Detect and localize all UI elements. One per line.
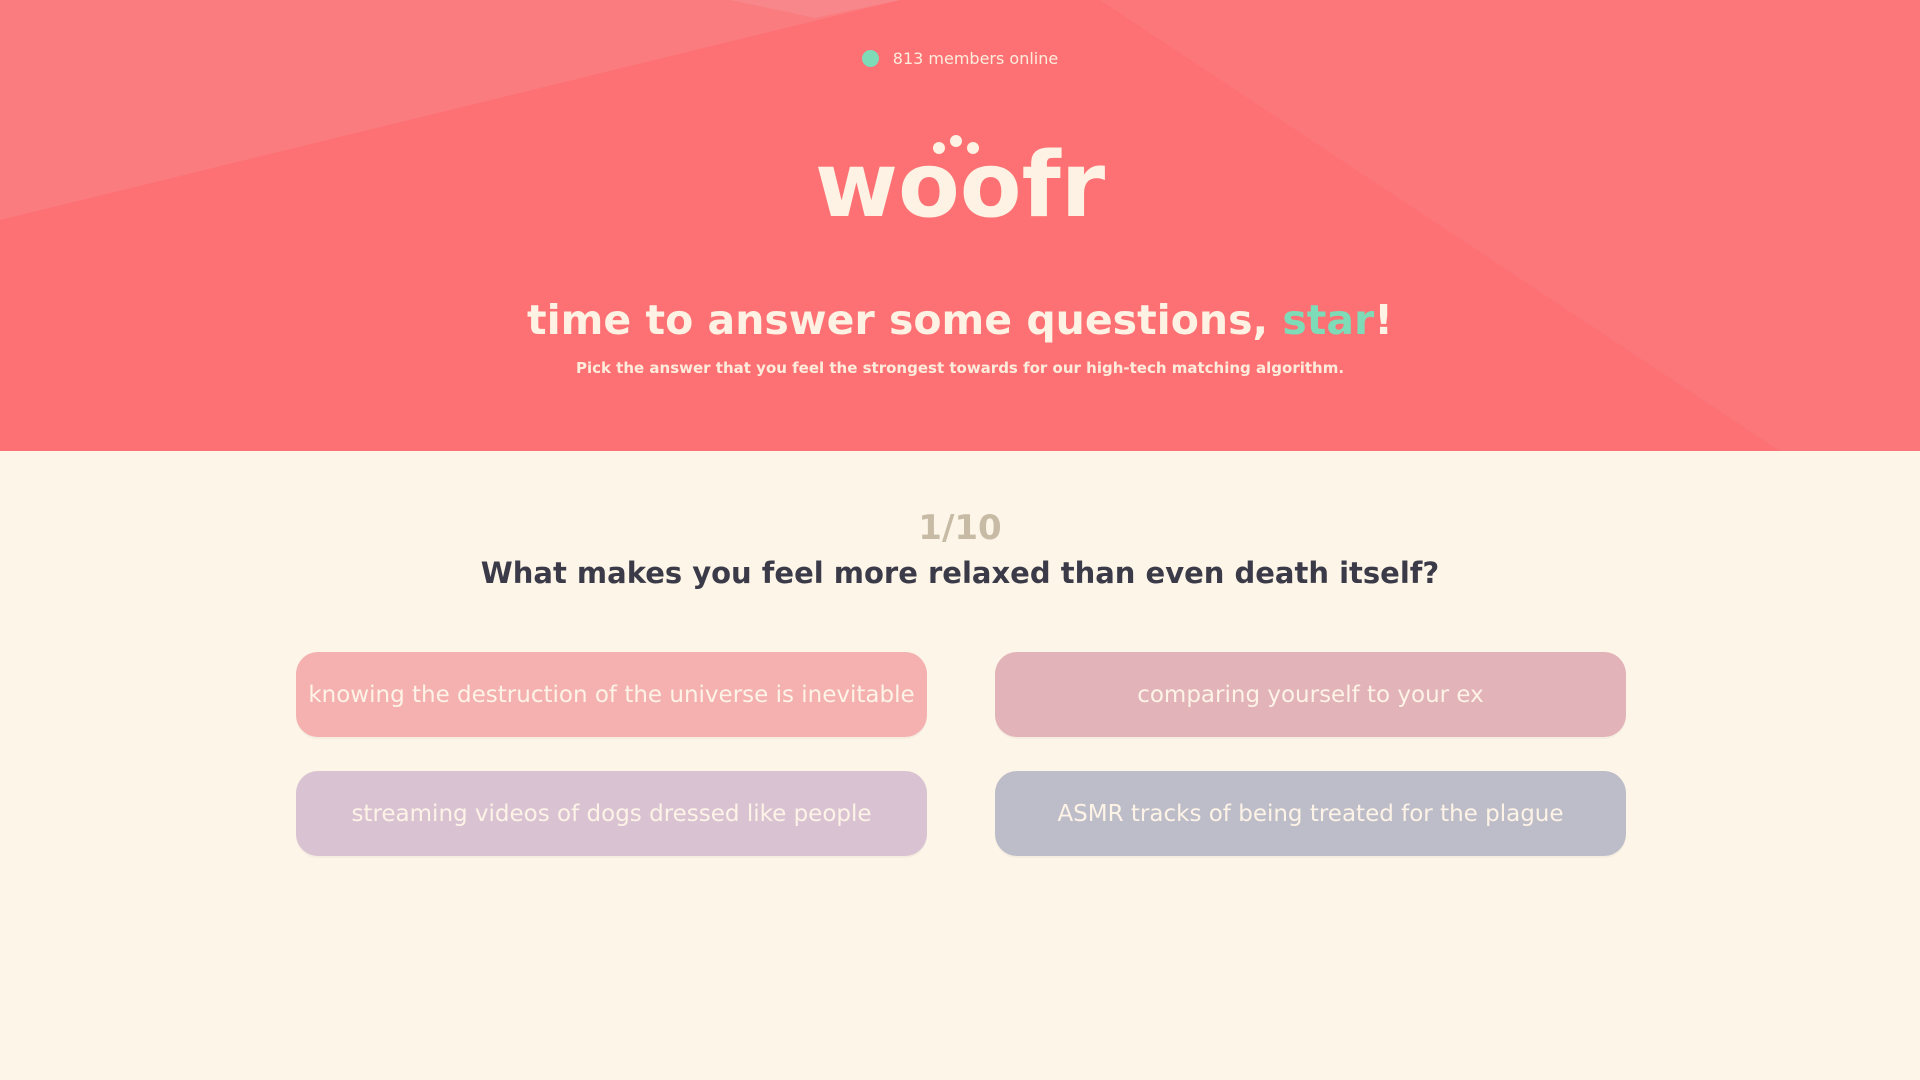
woofr-logo-mark: woofr <box>815 133 1106 230</box>
answer-options: knowing the destruction of the universe … <box>296 652 1626 856</box>
hero-heading: time to answer some questions, star! <box>0 296 1920 344</box>
answer-button[interactable]: ASMR tracks of being treated for the pla… <box>995 771 1626 856</box>
members-online-status: 813 members online <box>0 49 1920 68</box>
hero-heading-exclamation: ! <box>1374 296 1393 344</box>
question-text: What makes you feel more relaxed than ev… <box>480 556 1440 590</box>
answer-button[interactable]: streaming videos of dogs dressed like pe… <box>296 771 927 856</box>
hero-heading-text: time to answer some questions, <box>527 296 1283 344</box>
hero-subtitle: Pick the answer that you feel the strong… <box>575 359 1345 377</box>
answer-button[interactable]: comparing yourself to your ex <box>995 652 1626 737</box>
paw-dot-icon <box>950 135 962 147</box>
members-online-text: 813 members online <box>892 49 1059 68</box>
answer-button[interactable]: knowing the destruction of the universe … <box>296 652 927 737</box>
quiz-page: 813 members online woofr time to answer … <box>0 0 1920 1080</box>
hero-banner: 813 members online woofr time to answer … <box>0 0 1920 451</box>
paw-dot-icon <box>967 142 979 154</box>
online-status-dot-icon <box>861 50 879 67</box>
question-progress: 1/10 <box>918 508 1002 548</box>
logo-wordmark: woofr <box>815 133 1106 230</box>
paw-dot-icon <box>933 142 945 154</box>
woofr-logo[interactable]: woofr <box>0 120 1920 234</box>
hero-heading-username: star <box>1282 296 1375 344</box>
